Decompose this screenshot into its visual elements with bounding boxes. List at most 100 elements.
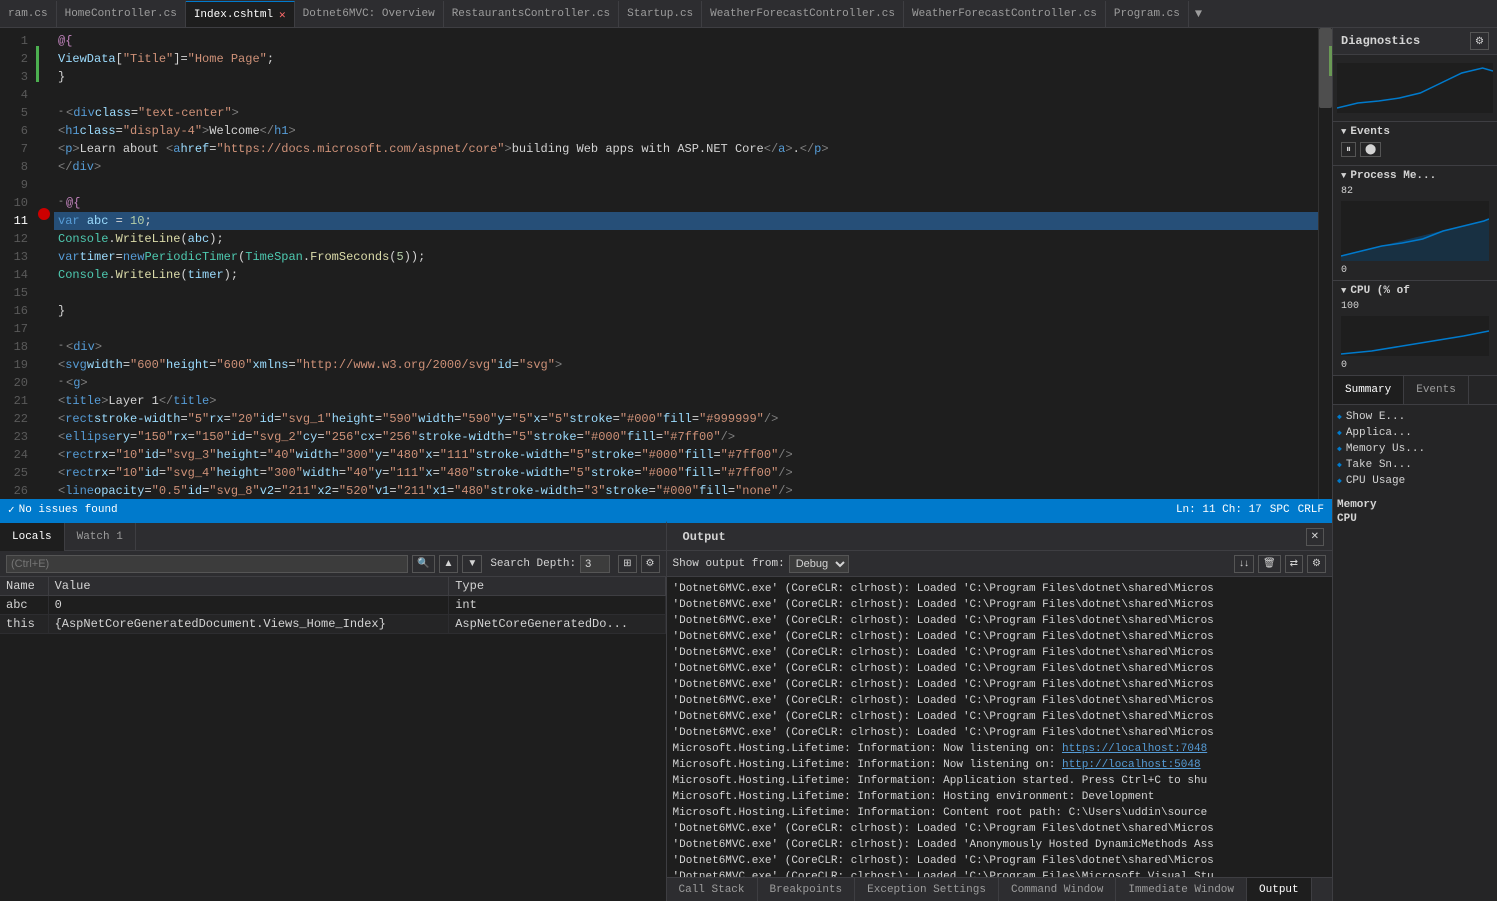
diag-item-memory[interactable]: Memory Us... [1337, 441, 1493, 457]
snapshot-label: Take Sn... [1346, 459, 1412, 471]
tab-ram[interactable]: ram.cs [0, 1, 57, 27]
watch-panel-header: Locals Watch 1 [0, 523, 666, 551]
expand-button[interactable]: ⊞ [618, 555, 636, 573]
process-memory-title: Process Me... [1341, 170, 1489, 182]
code-line-24: <rect rx="10" id="svg_3" height="40" wid… [54, 446, 1318, 464]
output-line: Microsoft.Hosting.Lifetime: Information:… [673, 741, 1327, 757]
output-settings-btn[interactable]: ⚙ [1307, 555, 1326, 573]
tab-exception-settings[interactable]: Exception Settings [855, 878, 999, 901]
code-line-23: <ellipse ry="150" rx="150" id="svg_2" cy… [54, 428, 1318, 446]
code-line-12: Console.WriteLine(abc); [54, 230, 1318, 248]
output-clear-btn[interactable]: 🗑 [1258, 555, 1281, 573]
tab-call-stack[interactable]: Call Stack [667, 878, 758, 901]
tab-overflow[interactable]: ▼ [1189, 1, 1208, 27]
code-line-22: <rect stroke-width="5" rx="20" id="svg_1… [54, 410, 1318, 428]
tab-watch1[interactable]: Watch 1 [65, 523, 136, 551]
output-title: Output [675, 526, 734, 548]
tab-events[interactable]: Events [1404, 376, 1469, 404]
code-line-9 [54, 176, 1318, 194]
output-word-wrap-btn[interactable]: ⇄ [1285, 555, 1303, 573]
output-line: 'Dotnet6MVC.exe' (CoreCLR: clrhost): Loa… [673, 629, 1327, 645]
tab-bar: ram.cs HomeController.cs Index.cshtml ✕ … [0, 0, 1497, 28]
memory-max: 82 [1341, 186, 1353, 197]
tab-restaurantscontroller[interactable]: RestaurantsController.cs [444, 1, 619, 27]
output-bottom-tabs: Call Stack Breakpoints Exception Setting… [667, 877, 1333, 901]
code-line-7: <p>Learn about <a href="https://docs.mic… [54, 140, 1318, 158]
code-line-10: -@{ [54, 194, 1318, 212]
output-line: Microsoft.Hosting.Lifetime: Information:… [673, 789, 1327, 805]
tab-startup[interactable]: Startup.cs [619, 1, 702, 27]
tab-summary[interactable]: Summary [1333, 376, 1404, 404]
editor-scrollbar[interactable] [1318, 28, 1332, 499]
code-lines[interactable]: @{ ViewData["Title"] = "Home Page"; } -<… [54, 28, 1318, 499]
diag-item-show-events[interactable]: Show E... [1337, 409, 1493, 425]
show-output-label: Show output from: [673, 558, 785, 570]
col-type: Type [449, 577, 665, 596]
search-depth-input[interactable] [580, 555, 610, 573]
output-scroll-btn[interactable]: ↓↓ [1234, 555, 1254, 573]
line-numbers: 1 2 3 4 5 6 7 8 9 10 11 12 13 14 [0, 28, 36, 499]
tab-immediate-window[interactable]: Immediate Window [1116, 878, 1247, 901]
diagnostics-items: Show E... Applica... Memory Us... Take S… [1333, 405, 1497, 901]
tab-label: Dotnet6MVC: Overview [303, 8, 435, 20]
cursor-position: Ln: 11 Ch: 17 [1176, 504, 1262, 516]
tab-locals[interactable]: Locals [0, 523, 65, 551]
code-line-17 [54, 320, 1318, 338]
output-line: Microsoft.Hosting.Lifetime: Information:… [673, 773, 1327, 789]
show-events-label: Show E... [1346, 411, 1405, 423]
code-line-21: <title>Layer 1</title> [54, 392, 1318, 410]
tab-weatherforecast2[interactable]: WeatherForecastController.cs [904, 1, 1106, 27]
check-icon: ✓ [8, 503, 15, 517]
col-name: Name [0, 577, 48, 596]
watch-value-this: {AspNetCoreGeneratedDocument.Views_Home_… [48, 615, 449, 634]
code-line-13: var timer = new PeriodicTimer(TimeSpan.F… [54, 248, 1318, 266]
code-line-14: Console.WriteLine(timer); [54, 266, 1318, 284]
output-content[interactable]: 'Dotnet6MVC.exe' (CoreCLR: clrhost): Loa… [667, 577, 1333, 877]
record-btn[interactable]: ⬤ [1360, 142, 1381, 157]
indentation: SPC [1270, 504, 1290, 516]
diag-item-snapshot[interactable]: Take Sn... [1337, 457, 1493, 473]
code-editor: 1 2 3 4 5 6 7 8 9 10 11 12 13 14 [0, 28, 1332, 521]
diagnostics-panel: Diagnostics ⚙ Events ⏸ ⬤ [1332, 28, 1497, 901]
code-line-2: ViewData["Title"] = "Home Page"; [54, 50, 1318, 68]
tab-command-window[interactable]: Command Window [999, 878, 1116, 901]
tab-breakpoints[interactable]: Breakpoints [758, 878, 856, 901]
diag-item-applica[interactable]: Applica... [1337, 425, 1493, 441]
events-section: Events ⏸ ⬤ [1333, 122, 1497, 166]
applica-label: Applica... [1346, 427, 1412, 439]
output-panel: Output ✕ Show output from: Debug Build O… [667, 521, 1333, 901]
events-section-title: Events [1341, 126, 1489, 138]
output-close-btn[interactable]: ✕ [1306, 528, 1324, 546]
code-line-4 [54, 86, 1318, 104]
tab-program[interactable]: Program.cs [1106, 1, 1189, 27]
prev-button[interactable]: ▲ [439, 555, 459, 573]
tab-dotnet6mvc[interactable]: Dotnet6MVC: Overview [295, 1, 444, 27]
cpu-chart-label: 100 [1341, 301, 1489, 312]
code-line-26: <line opacity="0.5" id="svg_8" v2="211" … [54, 482, 1318, 499]
output-source-select[interactable]: Debug Build Output [789, 555, 849, 573]
output-line: 'Dotnet6MVC.exe' (CoreCLR: clrhost): Loa… [673, 869, 1327, 877]
pause-btn[interactable]: ⏸ [1341, 142, 1356, 157]
output-line: 'Dotnet6MVC.exe' (CoreCLR: clrhost): Loa… [673, 661, 1327, 677]
code-line-5: -<div class="text-center"> [54, 104, 1318, 122]
watch-panel: Locals Watch 1 🔍 ▲ ▼ Search Depth: ⊞ ⚙ [0, 521, 667, 901]
options-button[interactable]: ⚙ [641, 555, 660, 573]
tab-output[interactable]: Output [1247, 878, 1312, 901]
status-bar: ✓ No issues found Ln: 11 Ch: 17 SPC CRLF [0, 499, 1332, 521]
diagnostics-settings-btn[interactable]: ⚙ [1470, 32, 1489, 50]
search-button[interactable]: 🔍 [412, 555, 434, 573]
code-line-16: } [54, 302, 1318, 320]
diagnostics-header: Diagnostics ⚙ [1333, 28, 1497, 55]
localhost-link-http[interactable]: http://localhost:5048 [1062, 759, 1201, 771]
localhost-link-https[interactable]: https://localhost:7048 [1062, 743, 1207, 755]
watch-search-input[interactable] [6, 555, 408, 573]
code-line-25: <rect rx="10" id="svg_4" height="300" wi… [54, 464, 1318, 482]
tab-homecontroller[interactable]: HomeController.cs [57, 1, 186, 27]
tab-label: Program.cs [1114, 8, 1180, 20]
next-button[interactable]: ▼ [462, 555, 482, 573]
tab-label: RestaurantsController.cs [452, 8, 610, 20]
tab-index[interactable]: Index.cshtml ✕ [186, 1, 295, 27]
git-indicator [36, 46, 39, 82]
tab-weatherforecast1[interactable]: WeatherForecastController.cs [702, 1, 904, 27]
diag-item-cpu[interactable]: CPU Usage [1337, 473, 1493, 489]
